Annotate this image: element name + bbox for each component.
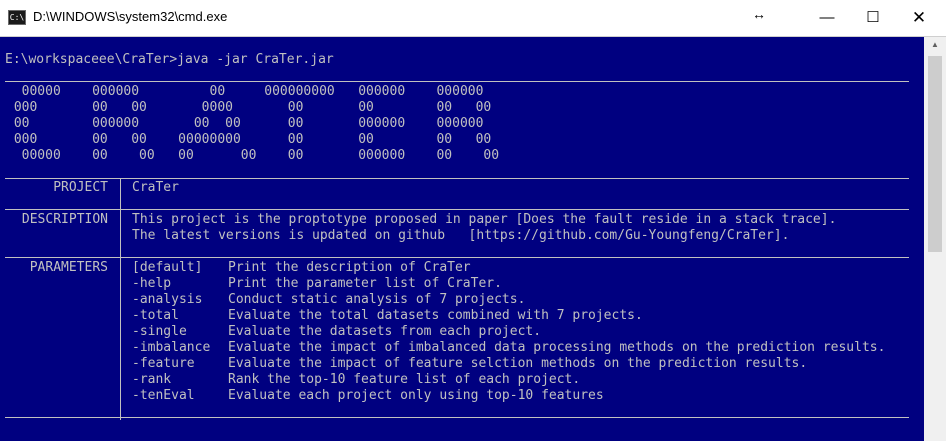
parameter-desc: Evaluate the datasets from each project.	[228, 324, 542, 339]
banner-line: 00000 00 00 00 00 00 000000 00 00	[6, 148, 500, 163]
window-title: D:\WINDOWS\system32\cmd.exe	[33, 9, 228, 24]
parameter-desc: Conduct static analysis of 7 projects.	[228, 292, 526, 307]
parameter-flag: -analysis	[132, 292, 203, 307]
project-label: PROJECT	[53, 180, 108, 195]
separator-line	[5, 209, 909, 210]
minimize-button[interactable]: —	[804, 0, 850, 36]
parameter-flag: -tenEval	[132, 388, 195, 403]
parameter-flag: -feature	[132, 356, 195, 371]
banner-line: 00000 000000 00 000000000 000000 000000	[6, 84, 484, 99]
title-bar[interactable]: C:\ D:\WINDOWS\system32\cmd.exe ↔ — ☐ ✕	[0, 0, 946, 37]
banner-line: 000 00 00 00000000 00 00 00 00	[6, 132, 492, 147]
maximize-button[interactable]: ☐	[850, 0, 896, 36]
parameter-flag: -imbalance	[132, 340, 211, 355]
parameter-flag: -help	[132, 276, 172, 291]
description-label: DESCRIPTION	[21, 212, 108, 227]
cmd-icon[interactable]: C:\	[8, 10, 26, 25]
project-value: CraTer	[132, 180, 179, 195]
parameter-flag: [default]	[132, 260, 203, 275]
column-divider	[120, 178, 121, 420]
separator-line	[5, 257, 909, 258]
resize-arrows-icon: ↔	[752, 6, 766, 22]
parameter-desc: Rank the top-10 feature list of each pro…	[228, 372, 581, 387]
description-line: The latest versions is updated on github…	[132, 228, 790, 243]
parameter-flag: -total	[132, 308, 179, 323]
parameter-desc: Print the parameter list of CraTer.	[228, 276, 502, 291]
parameters-label: PARAMETERS	[29, 260, 108, 275]
parameter-desc: Print the description of CraTer	[228, 260, 471, 275]
parameter-desc: Evaluate the total datasets combined wit…	[228, 308, 643, 323]
cmd-window: C:\ D:\WINDOWS\system32\cmd.exe ↔ — ☐ ✕ …	[0, 0, 946, 441]
console-output[interactable]: E:\workspaceee\CraTer>java -jar CraTer.j…	[0, 37, 924, 441]
parameter-desc: Evaluate each project only using top-10 …	[228, 388, 604, 403]
parameter-flag: -rank	[132, 372, 172, 387]
parameter-desc: Evaluate the impact of imbalanced data p…	[228, 340, 886, 355]
scroll-up-arrow-icon[interactable]: ▲	[924, 37, 946, 53]
banner-line: 00 000000 00 00 00 000000 000000	[6, 116, 484, 131]
separator-line	[5, 417, 909, 418]
scrollbar-thumb[interactable]	[928, 56, 942, 252]
separator-line	[5, 81, 909, 82]
vertical-scrollbar[interactable]: ▲	[924, 37, 946, 441]
parameter-flag: -single	[132, 324, 187, 339]
close-button[interactable]: ✕	[896, 0, 942, 36]
description-line: This project is the proptotype proposed …	[132, 212, 837, 227]
banner-line: 000 00 00 0000 00 00 00 00	[6, 100, 492, 115]
parameter-desc: Evaluate the impact of feature selction …	[228, 356, 808, 371]
command-prompt-line: E:\workspaceee\CraTer>java -jar CraTer.j…	[5, 52, 334, 67]
separator-line	[5, 178, 909, 179]
